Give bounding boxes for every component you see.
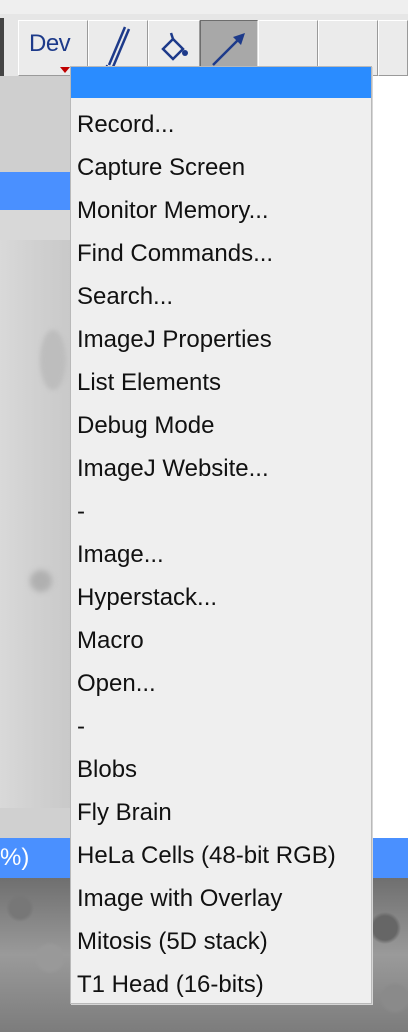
menu-item-hela-cells[interactable]: HeLa Cells (48-bit RGB) xyxy=(77,834,367,877)
menu-item-fly-brain[interactable]: Fly Brain xyxy=(77,791,367,834)
image-canvas[interactable] xyxy=(0,240,70,808)
menu-item-mitosis[interactable]: Mitosis (5D stack) xyxy=(77,920,367,963)
menu-item-find-commands[interactable]: Find Commands... xyxy=(77,232,367,275)
status-fragment: %) xyxy=(0,844,30,871)
menu-item-search[interactable]: Search... xyxy=(77,275,367,318)
menu-item-blobs[interactable]: Blobs xyxy=(77,748,367,791)
toolbar: Dev xyxy=(0,0,408,76)
menu-item-debug-mode[interactable]: Debug Mode xyxy=(77,404,367,447)
menu-item-monitor-memory[interactable]: Monitor Memory... xyxy=(77,189,367,232)
menu-item-image-with-overlay[interactable]: Image with Overlay xyxy=(77,877,367,920)
toolbar-left-edge xyxy=(0,18,4,76)
image-window-frame xyxy=(0,76,70,176)
menu-indicator-icon xyxy=(60,67,70,73)
image-window-info-bar xyxy=(0,210,70,240)
image-blob xyxy=(30,570,52,592)
menu-item-macro[interactable]: Macro xyxy=(77,619,367,662)
menu-item-record[interactable]: Record... xyxy=(77,103,367,146)
menu-item-t1-head[interactable]: T1 Head (16-bits) xyxy=(77,963,367,1006)
dev-dropdown-menu: Record... Capture Screen Monitor Memory.… xyxy=(70,66,372,1004)
menu-item-capture-screen[interactable]: Capture Screen xyxy=(77,146,367,189)
menu-item-open[interactable]: Open... xyxy=(77,662,367,705)
image-blob xyxy=(40,330,66,390)
menu-item-list-elements[interactable]: List Elements xyxy=(77,361,367,404)
menu-separator: - xyxy=(77,498,85,525)
menu-header-bar xyxy=(71,67,371,98)
image-window-titlebar[interactable] xyxy=(0,172,70,210)
image-window-frame-bottom xyxy=(0,808,70,838)
menu-separator: - xyxy=(77,713,85,740)
menu-item-imagej-website[interactable]: ImageJ Website... xyxy=(77,447,367,490)
menu-item-imagej-properties[interactable]: ImageJ Properties xyxy=(77,318,367,361)
toolbar-top-strip xyxy=(0,0,408,14)
dev-label: Dev xyxy=(29,30,71,57)
toolbar-empty-slot[interactable] xyxy=(378,20,408,76)
menu-item-hyperstack[interactable]: Hyperstack... xyxy=(77,576,367,619)
menu-item-image[interactable]: Image... xyxy=(77,533,367,576)
desktop-background xyxy=(372,76,408,838)
